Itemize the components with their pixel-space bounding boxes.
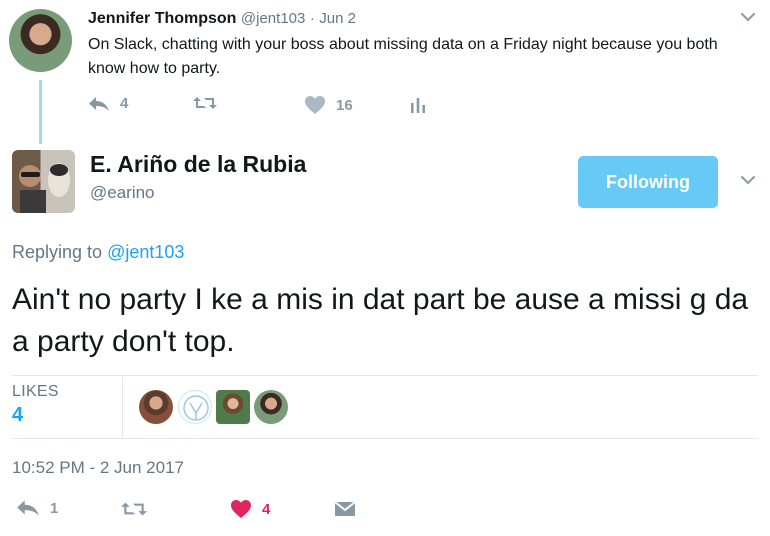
main-like-action[interactable]: 4	[230, 499, 270, 519]
parent-reply-action[interactable]: 4	[88, 95, 128, 112]
replying-to-label: Replying to	[12, 242, 103, 262]
parent-author-avatar[interactable]	[9, 9, 72, 72]
main-author-name[interactable]: E. Ariño de la Rubia	[90, 151, 306, 178]
likes-label: LIKES	[12, 383, 59, 400]
parent-reply-count: 4	[120, 95, 129, 112]
stats-bottom-divider	[12, 438, 758, 439]
parent-author-handle[interactable]: @jent103	[241, 10, 305, 27]
following-button[interactable]: Following	[578, 156, 718, 208]
liker-avatar[interactable]	[139, 390, 173, 424]
main-reply-action[interactable]: 1	[16, 499, 58, 517]
main-retweet-action[interactable]	[120, 500, 158, 518]
thread-connector-line	[39, 80, 42, 144]
header-separator: ·	[309, 10, 315, 27]
main-tweet-text: Ain't no party I ke a mis in dat part be…	[12, 283, 749, 358]
parent-author-name[interactable]: Jennifer Thompson	[88, 10, 236, 27]
main-dm-action[interactable]	[334, 500, 356, 518]
main-author-handle[interactable]: @earino	[90, 183, 155, 203]
heart-icon	[304, 95, 326, 115]
parent-like-action[interactable]: 16	[304, 95, 353, 115]
chevron-down-icon[interactable]	[741, 175, 755, 185]
liker-avatar[interactable]	[254, 390, 288, 424]
parent-retweet-action[interactable]	[192, 95, 228, 111]
retweet-icon	[192, 95, 218, 111]
envelope-icon	[334, 500, 356, 518]
stats-top-divider	[12, 375, 758, 376]
main-like-count: 4	[262, 500, 271, 518]
parent-like-count: 16	[336, 96, 353, 114]
main-author-avatar[interactable]	[12, 150, 75, 213]
liker-avatar[interactable]	[178, 390, 212, 424]
parent-tweet-time[interactable]: Jun 2	[319, 10, 356, 27]
liker-avatar[interactable]	[216, 390, 250, 424]
chevron-down-icon[interactable]	[741, 12, 755, 22]
heart-icon	[230, 499, 252, 519]
replying-to-line: Replying to @jent103	[12, 242, 184, 263]
retweet-icon	[120, 500, 148, 518]
analytics-icon	[410, 95, 426, 113]
parent-tweet-text: On Slack, chatting with your boss about …	[88, 36, 718, 77]
tweet-timestamp[interactable]: 10:52 PM - 2 Jun 2017	[12, 458, 184, 478]
parent-tweet-header: Jennifer Thompson @jent103 · Jun 2	[88, 9, 356, 29]
parent-analytics-action[interactable]	[410, 95, 426, 113]
stats-vertical-divider	[122, 376, 123, 438]
main-reply-count: 1	[50, 499, 59, 517]
reply-icon	[88, 96, 110, 112]
reply-icon	[16, 499, 40, 517]
replying-to-mention[interactable]: @jent103	[107, 242, 184, 262]
likes-count[interactable]: 4	[12, 404, 23, 427]
